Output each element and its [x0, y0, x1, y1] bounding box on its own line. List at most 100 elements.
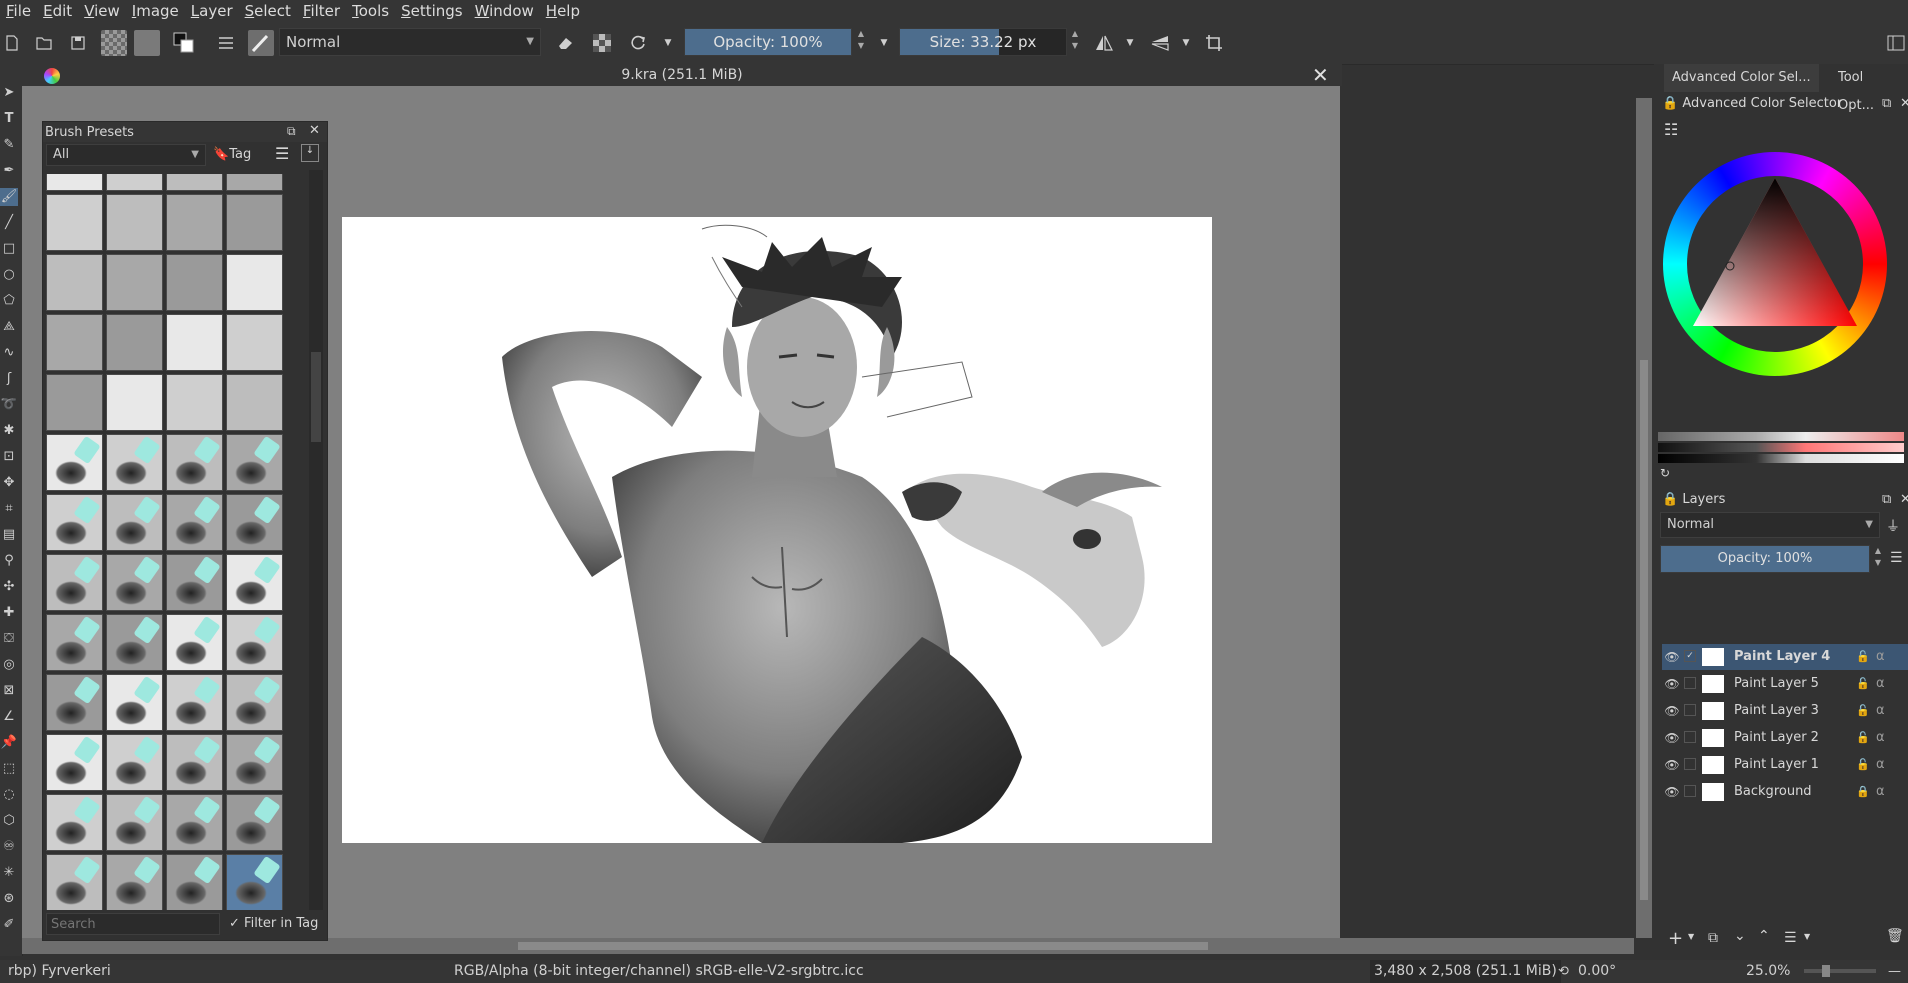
- opacity-spinner[interactable]: ▲ ▼: [855, 28, 867, 54]
- brush-preset-thumbnail[interactable]: [226, 254, 283, 311]
- zoom-slider[interactable]: [1804, 965, 1876, 977]
- brush-preset-thumbnail[interactable]: [46, 434, 103, 491]
- open-document-icon[interactable]: [32, 31, 56, 55]
- brush-preset-thumbnail[interactable]: [106, 734, 163, 791]
- layer-row[interactable]: 👁 Background 🔒 α: [1662, 779, 1908, 805]
- lock-icon[interactable]: 🔒: [1662, 96, 1678, 111]
- polygon-select-icon[interactable]: ⬡: [0, 812, 18, 830]
- tag-button[interactable]: 🔖Tag: [213, 144, 267, 166]
- blend-mode-dropdown[interactable]: Normal ▼: [279, 28, 541, 56]
- chevron-down-icon[interactable]: ▼: [872, 31, 896, 55]
- move-layer-down-icon[interactable]: ⌄: [1734, 928, 1746, 944]
- brush-preset-thumbnail[interactable]: [106, 434, 163, 491]
- brush-preset-thumbnail[interactable]: [226, 854, 283, 910]
- alpha-lock-icon[interactable]: α: [1876, 725, 1885, 751]
- docker-toggle-icon[interactable]: [1884, 31, 1908, 55]
- brush-preset-thumbnail[interactable]: [166, 194, 223, 251]
- brush-preset-thumbnail[interactable]: [226, 794, 283, 851]
- brush-preset-thumbnail[interactable]: [226, 554, 283, 611]
- alpha-lock-icon[interactable]: α: [1876, 779, 1885, 805]
- brush-preset-thumbnail[interactable]: [46, 374, 103, 431]
- tab-tool-options[interactable]: Tool Opt...: [1830, 64, 1908, 113]
- filter-icon[interactable]: ⏚: [1886, 516, 1900, 536]
- menu-file[interactable]: File: [0, 0, 37, 22]
- polygon-tool-icon[interactable]: ⬠: [0, 292, 18, 310]
- layer-select-checkbox[interactable]: [1684, 731, 1696, 743]
- multibrush-icon[interactable]: ✱: [0, 422, 18, 440]
- fill-gradient-swatch[interactable]: [101, 30, 127, 56]
- rotation-icon[interactable]: ⟲: [1558, 960, 1569, 983]
- gradient-tool-icon[interactable]: ▤: [0, 526, 18, 544]
- crop-icon[interactable]: [1202, 31, 1226, 55]
- color-picker-icon[interactable]: ⚲: [0, 552, 18, 570]
- presets-scroll-thumb[interactable]: [311, 352, 321, 442]
- brush-preset-thumbnail[interactable]: [46, 254, 103, 311]
- select-shapes-icon[interactable]: ➤: [0, 84, 18, 102]
- brush-preset-thumbnail[interactable]: [106, 554, 163, 611]
- layer-row[interactable]: 👁 Paint Layer 1 🔓 α: [1662, 752, 1908, 778]
- brush-preset-thumbnail[interactable]: [46, 734, 103, 791]
- reference-tool-icon[interactable]: 📌: [0, 734, 18, 752]
- alpha-lock-icon[interactable]: α: [1876, 698, 1885, 724]
- visibility-eye-icon[interactable]: 👁: [1664, 752, 1680, 778]
- layer-properties-icon[interactable]: ☰: [1784, 930, 1797, 946]
- brush-preset-thumbnail[interactable]: [46, 614, 103, 671]
- brush-preset-thumbnail[interactable]: [226, 194, 283, 251]
- close-icon[interactable]: ✕: [1312, 64, 1329, 86]
- brush-preset-thumbnail[interactable]: [166, 374, 223, 431]
- layer-row[interactable]: 👁 ✓ Paint Layer 4 🔓 α: [1662, 644, 1908, 670]
- visibility-eye-icon[interactable]: 👁: [1664, 725, 1680, 751]
- similar-select-icon[interactable]: ⊛: [0, 890, 18, 908]
- layer-menu-icon[interactable]: ☰: [1890, 550, 1903, 566]
- chevron-down-icon[interactable]: ▼: [656, 31, 680, 55]
- close-icon[interactable]: ✕: [1900, 94, 1908, 114]
- move-layer-up-icon[interactable]: ⌃: [1758, 928, 1770, 944]
- rectangle-tool-icon[interactable]: □: [0, 240, 18, 258]
- chevron-down-icon[interactable]: ▼: [1688, 932, 1694, 941]
- line-tool-icon[interactable]: ╱: [0, 214, 18, 232]
- brush-preset-thumbnail[interactable]: [226, 614, 283, 671]
- close-icon[interactable]: ✕: [309, 123, 320, 138]
- vertical-scroll-thumb[interactable]: [1640, 360, 1648, 900]
- float-docker-icon[interactable]: ⧉: [1882, 94, 1891, 114]
- menu-help[interactable]: Help: [540, 0, 586, 22]
- menu-filter[interactable]: Filter: [297, 0, 346, 22]
- brush-filter-dropdown[interactable]: All ▼: [46, 144, 206, 166]
- menu-view[interactable]: View: [78, 0, 126, 22]
- layer-row[interactable]: 👁 Paint Layer 5 🔓 α: [1662, 671, 1908, 697]
- crop-tool-icon[interactable]: ⌗: [0, 500, 18, 518]
- presets-scrollbar[interactable]: [309, 170, 323, 910]
- alpha-lock-icon[interactable]: α: [1876, 752, 1885, 778]
- save-icon[interactable]: [66, 31, 90, 55]
- move-tool-icon[interactable]: ✥: [0, 474, 18, 492]
- dynamic-brush-icon[interactable]: ➰: [0, 396, 18, 414]
- visibility-eye-icon[interactable]: 👁: [1664, 779, 1680, 805]
- layer-lock-icon[interactable]: 🔒: [1856, 779, 1870, 805]
- brush-preset-icon[interactable]: [248, 30, 274, 56]
- edit-shapes-icon[interactable]: ✎: [0, 136, 18, 154]
- brush-preset-thumbnail[interactable]: [166, 254, 223, 311]
- layer-select-checkbox[interactable]: [1684, 785, 1696, 797]
- layer-row[interactable]: 👁 Paint Layer 3 🔓 α: [1662, 698, 1908, 724]
- polyline-tool-icon[interactable]: ⟁: [0, 318, 18, 336]
- colorize-mask-icon[interactable]: ✣: [0, 578, 18, 596]
- float-docker-icon[interactable]: ⧉: [287, 124, 296, 139]
- brush-settings-icon[interactable]: [214, 31, 238, 55]
- freehand-select-icon[interactable]: ♾: [0, 838, 18, 856]
- brush-preset-thumbnail[interactable]: [106, 494, 163, 551]
- ellipse-tool-icon[interactable]: ○: [0, 266, 18, 284]
- brush-preset-thumbnail[interactable]: [166, 614, 223, 671]
- freehand-path-icon[interactable]: ʃ: [0, 370, 18, 388]
- fill-tool-icon[interactable]: ⛋: [0, 630, 18, 648]
- new-document-icon[interactable]: [0, 31, 24, 55]
- color-selector-settings-icon[interactable]: ☷: [1664, 120, 1678, 139]
- pattern-swatch[interactable]: [134, 30, 160, 56]
- menu-window[interactable]: Window: [469, 0, 540, 22]
- color-bar-2[interactable]: [1658, 443, 1904, 452]
- brush-preset-thumbnail[interactable]: [166, 554, 223, 611]
- brush-preset-thumbnail[interactable]: [226, 174, 283, 191]
- brush-preset-thumbnail[interactable]: [106, 194, 163, 251]
- layer-opacity-spinner[interactable]: ▲ ▼: [1872, 545, 1884, 571]
- layer-lock-icon[interactable]: 🔓: [1856, 644, 1870, 670]
- artwork-canvas[interactable]: [342, 217, 1212, 843]
